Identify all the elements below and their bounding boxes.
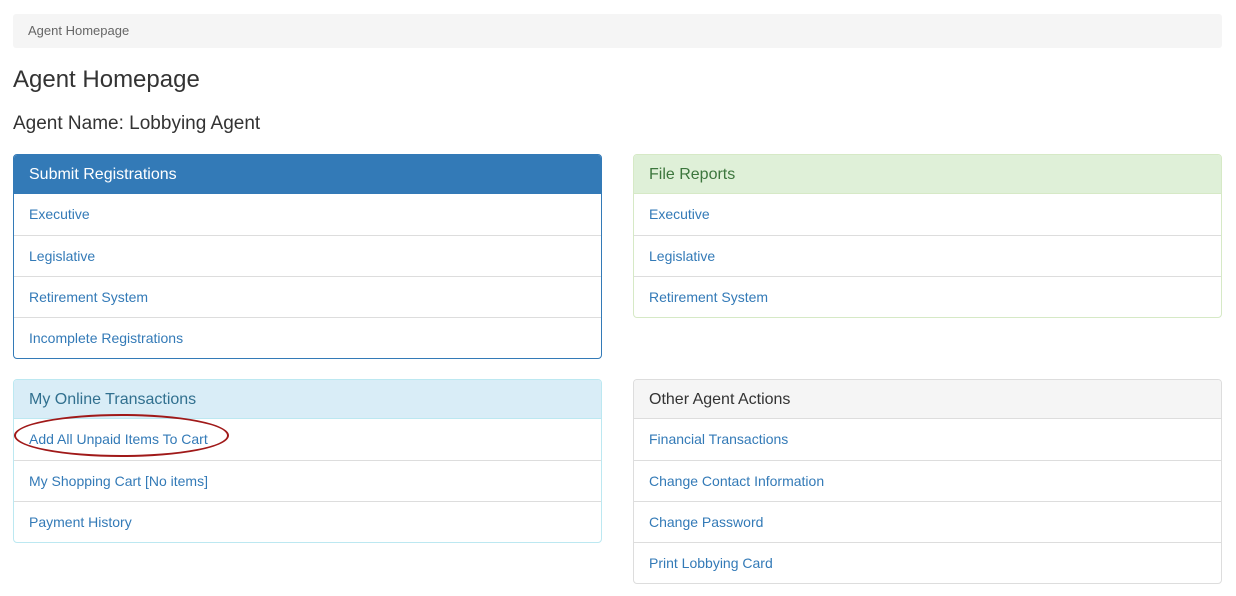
other-agent-actions-panel: Other Agent Actions Financial Transactio… [633, 379, 1222, 584]
submit-registration-retirement-link[interactable]: Retirement System [14, 276, 601, 317]
incomplete-registrations-link[interactable]: Incomplete Registrations [14, 317, 601, 358]
file-reports-list: Executive Legislative Retirement System [634, 194, 1221, 317]
page-title: Agent Homepage [13, 66, 200, 93]
add-unpaid-items-to-cart-link[interactable]: Add All Unpaid Items To Cart [14, 419, 601, 460]
print-lobbying-card-link[interactable]: Print Lobbying Card [634, 542, 1221, 583]
file-reports-panel: File Reports Executive Legislative Retir… [633, 154, 1222, 318]
online-transactions-heading: My Online Transactions [14, 380, 601, 419]
submit-registrations-list: Executive Legislative Retirement System … [14, 194, 601, 358]
breadcrumb-current: Agent Homepage [28, 23, 130, 38]
other-agent-actions-list: Financial Transactions Change Contact In… [634, 419, 1221, 583]
file-report-legislative-link[interactable]: Legislative [634, 235, 1221, 276]
other-agent-actions-heading: Other Agent Actions [634, 380, 1221, 419]
payment-history-link[interactable]: Payment History [14, 501, 601, 542]
file-report-executive-link[interactable]: Executive [634, 194, 1221, 235]
breadcrumb: Agent Homepage [13, 14, 1222, 48]
shopping-cart-link[interactable]: My Shopping Cart [No items] [14, 460, 601, 501]
submit-registrations-heading: Submit Registrations [14, 155, 601, 194]
online-transactions-list: Add All Unpaid Items To Cart My Shopping… [14, 419, 601, 542]
file-report-retirement-link[interactable]: Retirement System [634, 276, 1221, 317]
online-transactions-panel: My Online Transactions Add All Unpaid It… [13, 379, 602, 543]
submit-registration-executive-link[interactable]: Executive [14, 194, 601, 235]
change-contact-information-link[interactable]: Change Contact Information [634, 460, 1221, 501]
financial-transactions-link[interactable]: Financial Transactions [634, 419, 1221, 460]
file-reports-heading: File Reports [634, 155, 1221, 194]
change-password-link[interactable]: Change Password [634, 501, 1221, 542]
submit-registration-legislative-link[interactable]: Legislative [14, 235, 601, 276]
submit-registrations-panel: Submit Registrations Executive Legislati… [13, 154, 602, 359]
agent-name-heading: Agent Name: Lobbying Agent [13, 113, 261, 134]
